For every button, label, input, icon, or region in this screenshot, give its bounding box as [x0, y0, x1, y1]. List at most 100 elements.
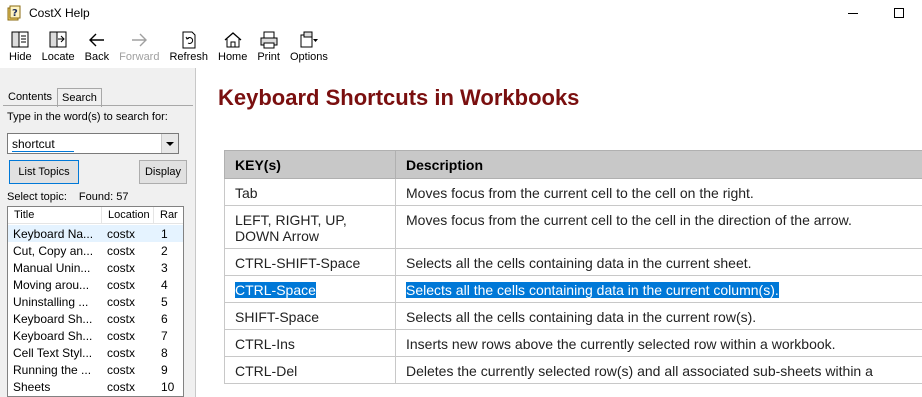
shortcut-description-cell: Selects all the cells containing data in…: [395, 275, 922, 303]
list-item-rank: 9: [161, 362, 168, 377]
list-item-rank: 6: [161, 311, 168, 326]
shortcut-key-cell: SHIFT-Space: [224, 302, 396, 330]
shortcut-description: Selects all the cells containing data in…: [406, 282, 779, 298]
options-button[interactable]: Options: [285, 28, 333, 63]
table-row: CTRL-Ins Inserts new rows above the curre…: [224, 329, 922, 357]
list-item-rank: 10: [161, 379, 175, 394]
shortcuts-table-body: Tab Moves focus from the current cell to …: [224, 178, 922, 384]
search-input[interactable]: shortcut: [7, 133, 179, 154]
shortcut-description-cell: Deletes the currently selected row(s) an…: [395, 356, 922, 384]
found-count: Found: 57: [78, 191, 129, 203]
window-title: CostX Help: [29, 6, 90, 20]
page-title: Keyboard Shortcuts in Workbooks: [218, 85, 580, 110]
list-topics-button[interactable]: List Topics: [9, 160, 79, 184]
hide-button[interactable]: Hide: [4, 28, 37, 63]
shortcut-key-cell: CTRL-Del: [224, 356, 396, 384]
shortcut-key-cell: LEFT, RIGHT, UP, DOWN Arrow: [224, 205, 396, 249]
shortcut-description-cell: Inserts new rows above the currently sel…: [395, 329, 922, 357]
search-input-underline: [12, 151, 74, 152]
table-row: CTRL-Del Deletes the currently selected r…: [224, 356, 922, 384]
shortcut-key-cell: CTRL-SHIFT-Space: [224, 248, 396, 276]
list-item-rank: 5: [161, 294, 168, 309]
print-button[interactable]: Print: [252, 28, 285, 63]
locate-button[interactable]: Locate: [37, 28, 80, 63]
table-row: Tab Moves focus from the current cell to …: [224, 178, 922, 206]
list-item-location: costx: [107, 345, 136, 360]
table-row: SHIFT-Space Selects all the cells contain…: [224, 302, 922, 330]
shortcut-key: CTRL-SHIFT-Space: [235, 255, 361, 271]
navigation-pane: Contents Search Type in the word(s) to s…: [0, 68, 196, 397]
list-item[interactable]: Moving arou... costx 4: [8, 276, 183, 293]
shortcut-description-cell: Moves focus from the current cell to the…: [395, 205, 922, 249]
list-item[interactable]: Cell Text Styl... costx 8: [8, 344, 183, 361]
shortcut-description: Moves focus from the current cell to the…: [406, 212, 852, 228]
select-topic-row: Select topic: Found: 57: [7, 191, 128, 203]
help-app-icon: ?: [7, 5, 23, 21]
select-topic-label: Select topic:: [7, 191, 67, 203]
header-description: Description: [395, 150, 922, 179]
shortcut-description: Selects all the cells containing data in…: [406, 309, 757, 325]
table-row: CTRL-SHIFT-Space Selects all the cells co…: [224, 248, 922, 276]
list-item[interactable]: Manual Unin... costx 3: [8, 259, 183, 276]
list-item[interactable]: Keyboard Sh... costx 6: [8, 310, 183, 327]
table-header-row: KEY(s) Description: [224, 150, 922, 179]
forward-arrow-icon: [129, 30, 149, 50]
list-item[interactable]: Sheets costx 10: [8, 378, 183, 395]
options-icon: [299, 30, 319, 50]
list-item-title: Keyboard Sh...: [13, 311, 93, 326]
search-dropdown-button[interactable]: [161, 134, 178, 153]
list-item-rank: 7: [161, 328, 168, 343]
minimize-button[interactable]: [830, 0, 876, 26]
list-item-title: Keyboard Sh...: [13, 328, 93, 343]
list-item-title: Moving arou...: [13, 277, 90, 292]
shortcut-key: CTRL-Space: [235, 282, 316, 298]
list-item[interactable]: Cut, Copy an... costx 2: [8, 242, 183, 259]
shortcut-key-cell: CTRL-Ins: [224, 329, 396, 357]
title-bar: ? CostX Help: [0, 0, 922, 26]
results-list[interactable]: Title Location Rar Keyboard Na... costx 1 C…: [7, 206, 184, 397]
refresh-button[interactable]: Refresh: [164, 28, 213, 63]
tab-contents[interactable]: Contents: [3, 87, 57, 106]
back-arrow-icon: [87, 30, 107, 50]
back-button[interactable]: Back: [80, 28, 114, 63]
list-item-rank: 1: [161, 226, 168, 241]
forward-button[interactable]: Forward: [114, 28, 164, 63]
list-item-rank: 4: [161, 277, 168, 292]
shortcut-description-cell: Selects all the cells containing data in…: [395, 248, 922, 276]
locate-label: Locate: [41, 51, 75, 63]
list-item-location: costx: [107, 311, 136, 326]
list-item-location: costx: [107, 277, 136, 292]
print-label: Print: [257, 51, 280, 63]
list-item-location: costx: [107, 226, 136, 241]
maximize-button[interactable]: [876, 0, 922, 26]
tab-divider: [3, 105, 193, 106]
hide-icon: [10, 30, 30, 50]
column-rank[interactable]: Rar: [154, 207, 183, 223]
toolbar: Hide Locate Back Forward Refresh Home Pr…: [0, 28, 922, 68]
shortcut-key: Tab: [235, 185, 258, 201]
list-item[interactable]: Uninstalling ... costx 5: [8, 293, 183, 310]
shortcut-key-cell: Tab: [224, 178, 396, 206]
column-location[interactable]: Location: [102, 207, 154, 223]
shortcut-description: Selects all the cells containing data in…: [406, 255, 752, 271]
list-item[interactable]: Keyboard Na... costx 1: [8, 225, 183, 242]
shortcut-key: CTRL-Del: [235, 363, 298, 379]
shortcut-description-cell: Moves focus from the current cell to the…: [395, 178, 922, 206]
results-header: Title Location Rar: [8, 207, 183, 224]
list-item-location: costx: [107, 379, 136, 394]
home-button[interactable]: Home: [213, 28, 252, 63]
list-item[interactable]: Keyboard Sh... costx 7: [8, 327, 183, 344]
list-item-rank: 8: [161, 345, 168, 360]
shortcut-key-cell: CTRL-Space: [224, 275, 396, 303]
list-item-title: Uninstalling ...: [13, 294, 89, 309]
results-rows: Keyboard Na... costx 1 Cut, Copy an... costx…: [8, 225, 183, 395]
list-item-title: Sheets: [13, 379, 51, 394]
shortcut-key: CTRL-Ins: [235, 336, 295, 352]
list-item[interactable]: Running the ... costx 9: [8, 361, 183, 378]
list-item-location: costx: [107, 328, 136, 343]
list-item-location: costx: [107, 362, 136, 377]
shortcut-key: LEFT, RIGHT, UP, DOWN Arrow: [235, 212, 347, 244]
shortcut-description: Inserts new rows above the currently sel…: [406, 336, 836, 352]
display-button[interactable]: Display: [139, 160, 187, 184]
column-title[interactable]: Title: [8, 207, 102, 223]
